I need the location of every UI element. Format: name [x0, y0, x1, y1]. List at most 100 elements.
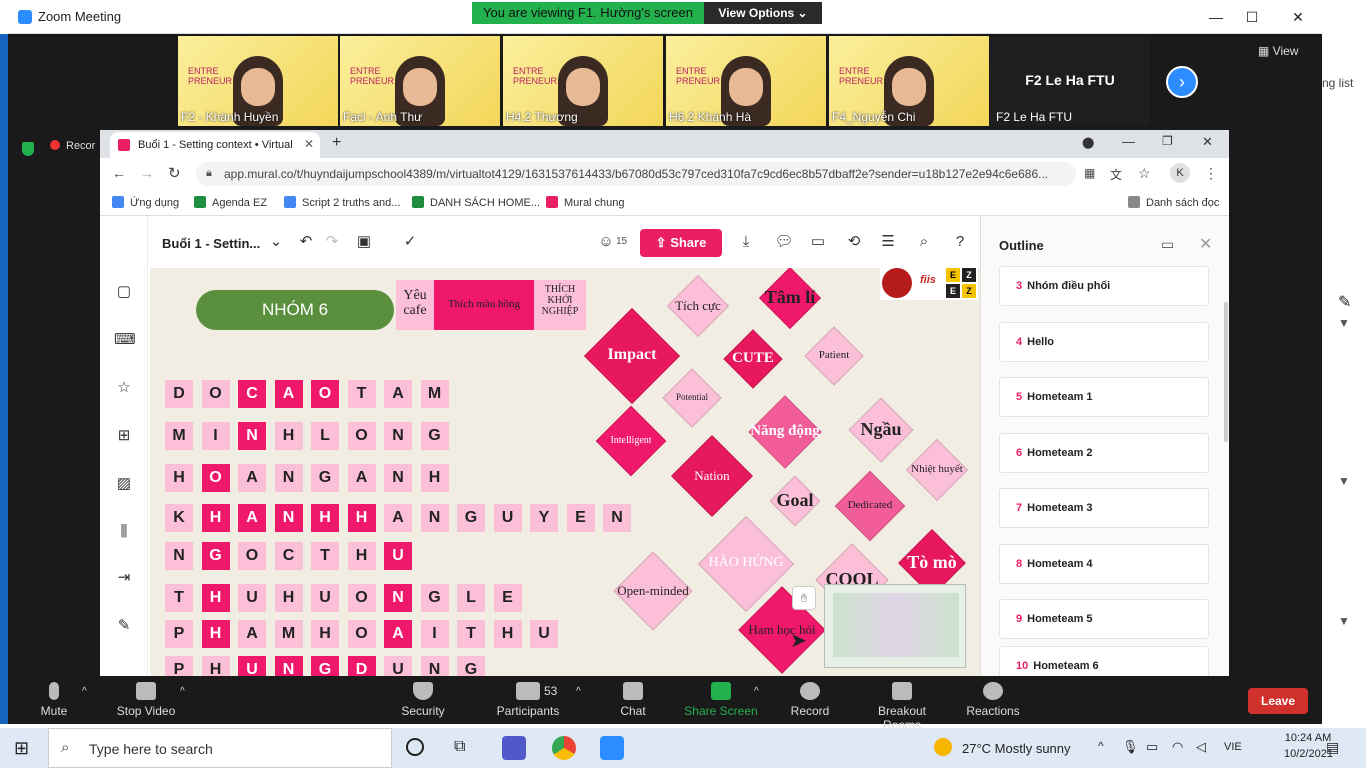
- close-icon[interactable]: ✕: [1199, 234, 1212, 254]
- browser-tab[interactable]: Buổi 1 - Setting context • Virtual ✕: [110, 132, 320, 158]
- chrome-icon[interactable]: [552, 736, 576, 760]
- chevron-up-icon[interactable]: ^: [1098, 739, 1104, 753]
- video-tile[interactable]: ENTRE PRENEUR F2 - Khánh Huyền: [178, 36, 338, 126]
- letter-cell[interactable]: P: [165, 656, 193, 676]
- redo-icon[interactable]: ↷: [322, 232, 342, 252]
- bookmark-mural[interactable]: Mural chung: [546, 196, 625, 209]
- letter-cell[interactable]: C: [238, 380, 266, 408]
- letter-cell[interactable]: H: [201, 584, 230, 612]
- history-icon[interactable]: ⟲: [844, 232, 864, 252]
- letter-cell[interactable]: U: [311, 584, 339, 612]
- download-icon[interactable]: ⤓: [736, 232, 756, 252]
- volume-icon[interactable]: ◁: [1196, 739, 1206, 755]
- letter-cell[interactable]: G: [420, 422, 449, 450]
- letter-cell[interactable]: U: [530, 620, 558, 648]
- letter-cell[interactable]: T: [311, 542, 339, 570]
- battery-icon[interactable]: ▭: [1146, 739, 1158, 755]
- close-button[interactable]: ✕: [1202, 134, 1213, 150]
- windows-start-icon[interactable]: ⊞: [14, 738, 29, 759]
- restore-button[interactable]: ❐: [1162, 134, 1173, 148]
- chevron-down-icon[interactable]: ▼: [1338, 614, 1350, 628]
- letter-cell[interactable]: A: [384, 504, 412, 532]
- members-icon[interactable]: ☺: [596, 232, 616, 252]
- video-tile[interactable]: ENTRE PRENEUR Faci - Anh Thư: [340, 36, 500, 126]
- letter-cell[interactable]: H: [274, 422, 303, 450]
- letter-cell[interactable]: U: [238, 584, 266, 612]
- back-icon[interactable]: ←: [112, 165, 126, 181]
- outline-item[interactable]: 10 Hometeam 6: [999, 646, 1209, 676]
- tab-search-icon[interactable]: ⬤: [1082, 136, 1094, 149]
- menu-icon[interactable]: ⋮: [1204, 165, 1218, 182]
- new-tab-button[interactable]: +: [332, 134, 341, 152]
- letter-cell[interactable]: H: [165, 464, 193, 492]
- letter-cell[interactable]: N: [384, 464, 412, 492]
- letter-cell[interactable]: G: [311, 464, 339, 492]
- grid-icon[interactable]: ⊞: [114, 426, 134, 446]
- letter-cell[interactable]: T: [457, 620, 485, 648]
- letter-cell[interactable]: G: [457, 656, 485, 676]
- sticky-note[interactable]: Yêu cafe: [396, 280, 434, 330]
- letter-cell[interactable]: O: [201, 464, 230, 492]
- chevron-down-icon[interactable]: ▼: [1338, 316, 1350, 330]
- letter-cell[interactable]: L: [311, 422, 339, 450]
- letter-cell[interactable]: N: [420, 504, 449, 532]
- outline-item[interactable]: 3 Nhóm điều phối: [999, 266, 1209, 306]
- letter-cell[interactable]: T: [347, 380, 376, 408]
- video-tile-no-camera[interactable]: F2 Le Ha FTU F2 Le Ha FTU: [990, 36, 1150, 126]
- letter-cell[interactable]: U: [238, 656, 266, 676]
- mute-button[interactable]: Mute: [38, 682, 70, 718]
- letter-cell[interactable]: A: [274, 380, 303, 408]
- view-button[interactable]: ▦ View: [1258, 44, 1298, 58]
- letter-cell[interactable]: U: [493, 504, 522, 532]
- chevron-up-icon[interactable]: ^: [754, 686, 759, 697]
- outline-item[interactable]: 8 Hometeam 4: [999, 544, 1209, 584]
- letter-cell[interactable]: H: [311, 504, 339, 532]
- star-icon[interactable]: ☆: [114, 378, 134, 398]
- letter-cell[interactable]: H: [311, 620, 339, 648]
- letter-cell[interactable]: M: [420, 380, 449, 408]
- record-button[interactable]: Record: [790, 682, 830, 718]
- letter-cell[interactable]: O: [347, 620, 376, 648]
- forward-icon[interactable]: →: [140, 165, 154, 181]
- letter-cell[interactable]: G: [201, 542, 230, 570]
- letter-cell[interactable]: H: [201, 620, 230, 648]
- chevron-down-icon[interactable]: ⌄: [266, 232, 286, 252]
- outline-icon[interactable]: ☰: [878, 232, 898, 252]
- present-icon[interactable]: ▭: [1161, 236, 1174, 253]
- cortana-icon[interactable]: [406, 738, 424, 756]
- chevron-up-icon[interactable]: ^: [576, 686, 581, 697]
- letter-cell[interactable]: H: [201, 504, 230, 532]
- star-icon[interactable]: ☆: [1138, 165, 1151, 182]
- letter-cell[interactable]: A: [238, 620, 266, 648]
- letter-cell[interactable]: E: [493, 584, 522, 612]
- outline-item[interactable]: 4 Hello: [999, 322, 1209, 362]
- reading-list[interactable]: Danh sách đọc: [1128, 196, 1219, 209]
- wifi-icon[interactable]: ◠: [1172, 739, 1183, 755]
- letter-cell[interactable]: A: [384, 380, 412, 408]
- letter-cell[interactable]: O: [201, 380, 230, 408]
- video-tile[interactable]: ENTRE PRENEUR F4_Nguyễn Chi: [829, 36, 989, 126]
- letter-cell[interactable]: H: [347, 504, 376, 532]
- reactions-button[interactable]: Reactions: [966, 682, 1020, 718]
- teams-icon[interactable]: [502, 736, 526, 760]
- letter-cell[interactable]: T: [165, 584, 193, 612]
- bookmark-script[interactable]: Script 2 truths and...: [284, 196, 400, 209]
- profile-avatar[interactable]: K: [1170, 163, 1190, 183]
- sticky-note-icon[interactable]: ▢: [114, 282, 134, 302]
- scrollbar[interactable]: [1224, 302, 1228, 442]
- library-icon[interactable]: ⫼: [114, 522, 134, 542]
- image-icon[interactable]: ▨: [114, 474, 134, 494]
- search-icon[interactable]: ⌕: [914, 232, 934, 252]
- taskbar-search[interactable]: ⌕ Type here to search: [48, 728, 392, 768]
- stop-video-button[interactable]: Stop Video: [116, 682, 176, 718]
- letter-cell[interactable]: N: [274, 656, 303, 676]
- letter-cell[interactable]: K: [165, 504, 193, 532]
- share-button[interactable]: ⇪ Share: [640, 229, 722, 257]
- hand-icon[interactable]: ✋︎: [792, 586, 816, 610]
- letter-cell[interactable]: N: [603, 504, 631, 532]
- letter-cell[interactable]: H: [274, 584, 303, 612]
- letter-cell[interactable]: C: [274, 542, 303, 570]
- board-title[interactable]: Buổi 1 - Settin...: [162, 236, 260, 251]
- clock-date[interactable]: 10/2/2021: [1284, 748, 1333, 760]
- letter-cell[interactable]: H: [493, 620, 522, 648]
